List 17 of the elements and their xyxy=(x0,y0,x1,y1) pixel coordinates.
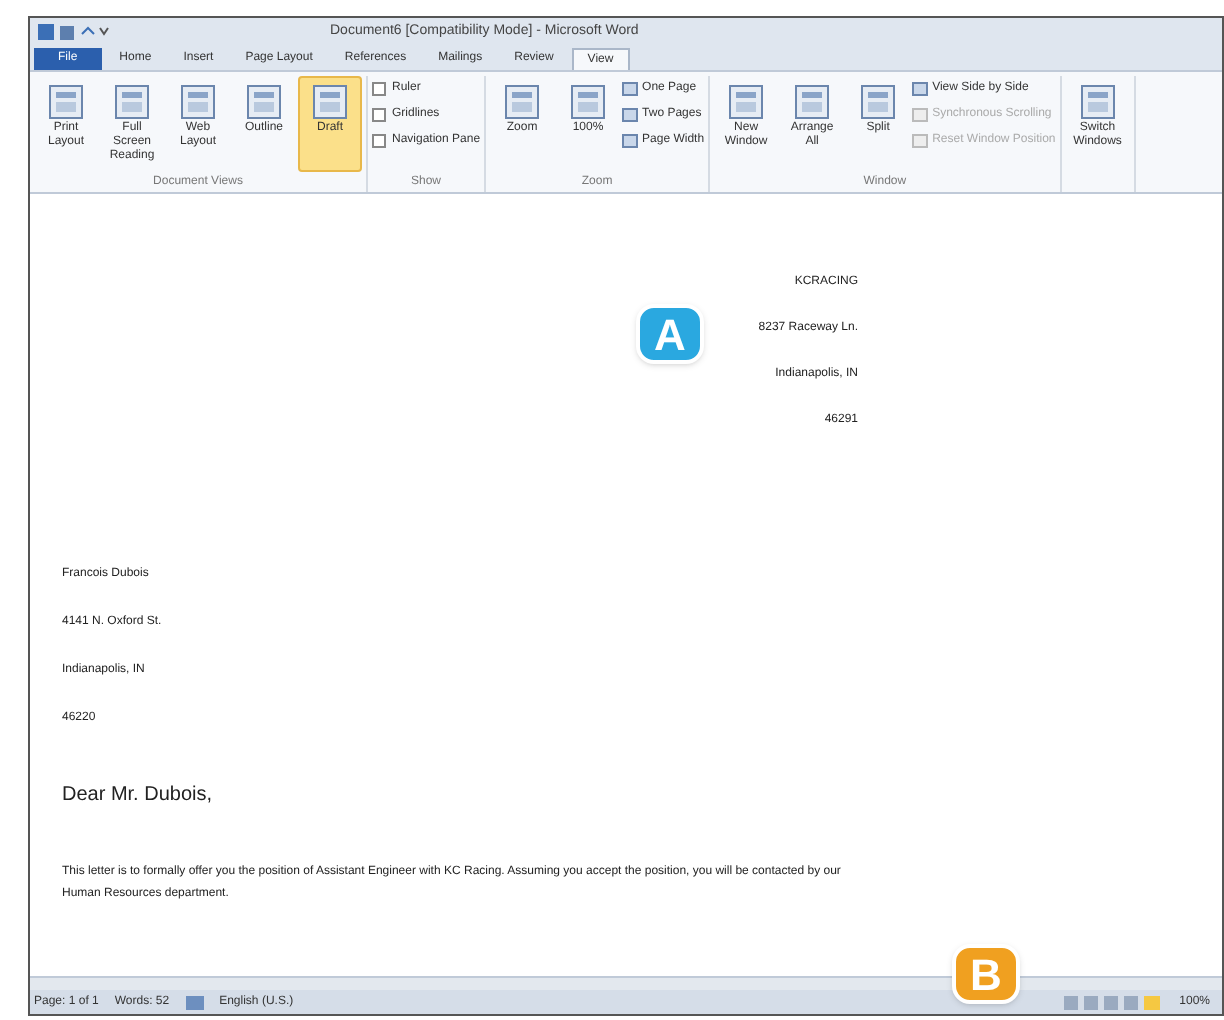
callout-badge: A xyxy=(636,304,704,364)
quick-access-icon xyxy=(38,23,110,41)
view-icon xyxy=(112,82,152,122)
view-icon xyxy=(1077,82,1118,122)
callout-badge: B xyxy=(952,944,1020,1004)
view-icon xyxy=(310,82,350,122)
view-icon xyxy=(244,82,284,122)
view-icon xyxy=(46,82,86,122)
view-icon xyxy=(792,82,833,122)
view-buttons-icon[interactable] xyxy=(1063,995,1164,1009)
salutation: Dear Mr. Dubois, xyxy=(62,782,215,810)
view-icon xyxy=(568,82,609,122)
proofing-icon xyxy=(185,995,204,1009)
view-icon xyxy=(858,82,899,122)
view-icon xyxy=(502,82,543,122)
view-icon xyxy=(178,82,218,122)
view-icon xyxy=(726,82,767,122)
